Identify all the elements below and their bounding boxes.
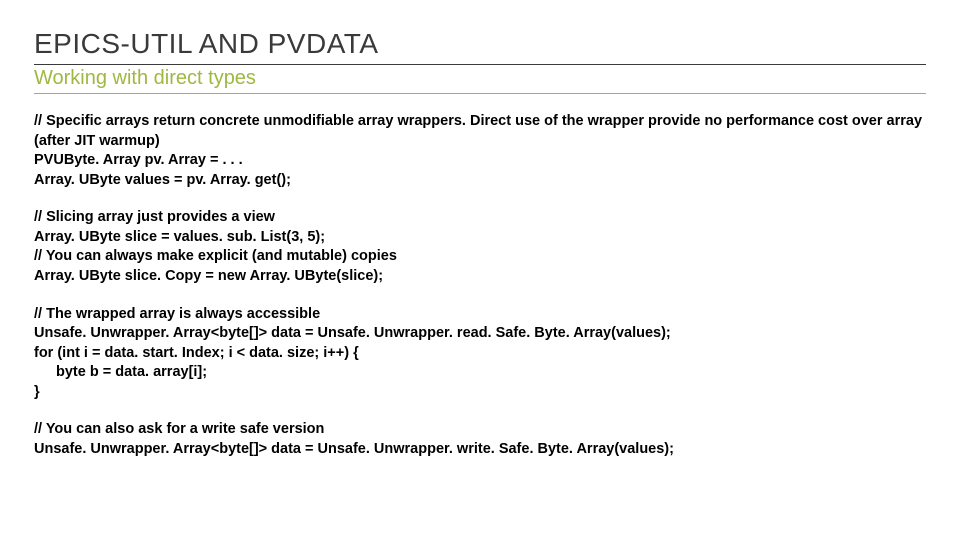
code-line: Array. UByte values = pv. Array. get(); [34,171,926,191]
slide-title: EPICS-UTIL AND PVDATA [34,28,926,65]
code-block-2: // Slicing array just provides a view Ar… [34,208,926,286]
comment-line: // Slicing array just provides a view [34,208,926,228]
slide-subtitle: Working with direct types [34,67,926,94]
code-line: Unsafe. Unwrapper. Array<byte[]> data = … [34,440,926,460]
slide: EPICS-UTIL AND PVDATA Working with direc… [0,0,960,497]
code-block-4: // You can also ask for a write safe ver… [34,420,926,459]
code-block-3: // The wrapped array is always accessibl… [34,305,926,403]
code-line: Unsafe. Unwrapper. Array<byte[]> data = … [34,324,926,344]
code-line: Array. UByte slice = values. sub. List(3… [34,228,926,248]
code-line: Array. UByte slice. Copy = new Array. UB… [34,267,926,287]
comment-line: // Specific arrays return concrete unmod… [34,112,926,151]
comment-line: // You can also ask for a write safe ver… [34,420,926,440]
code-line: byte b = data. array[i]; [34,363,926,383]
code-block-1: // Specific arrays return concrete unmod… [34,112,926,190]
code-line: for (int i = data. start. Index; i < dat… [34,344,926,364]
comment-line: // The wrapped array is always accessibl… [34,305,926,325]
code-line: PVUByte. Array pv. Array = . . . [34,151,926,171]
comment-line: // You can always make explicit (and mut… [34,247,926,267]
code-line: } [34,383,926,403]
